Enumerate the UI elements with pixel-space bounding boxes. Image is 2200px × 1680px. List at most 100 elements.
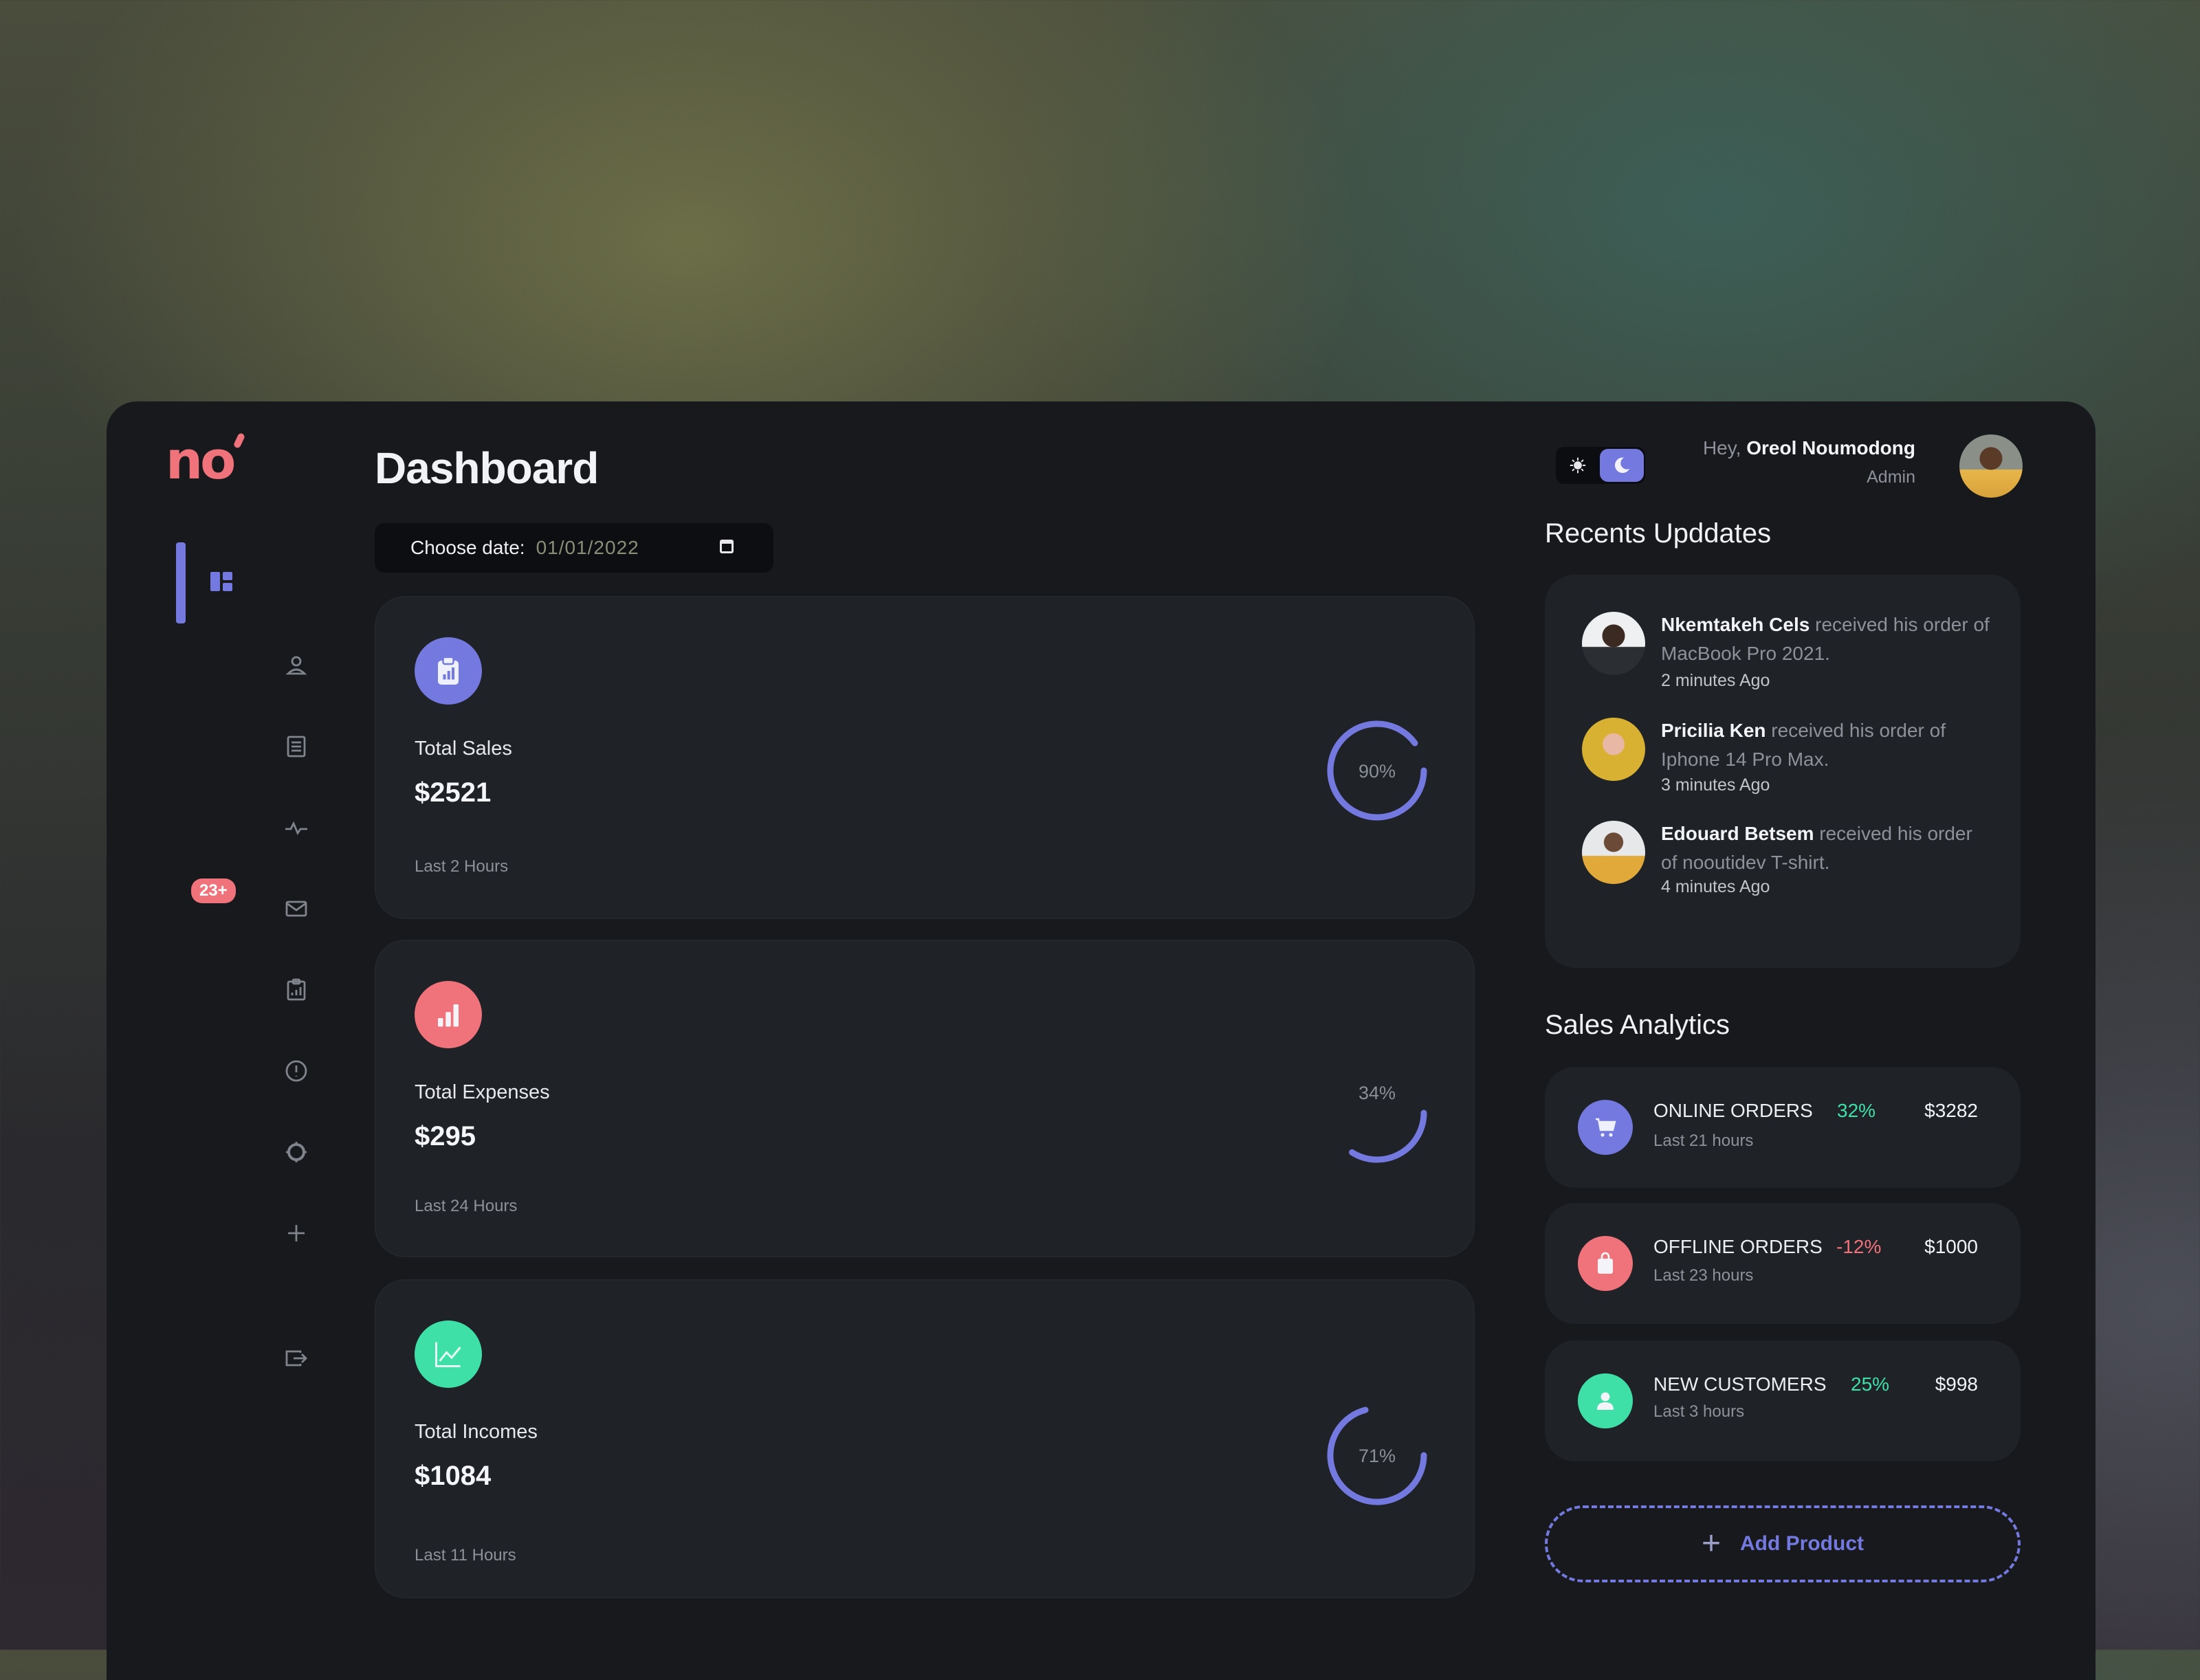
shopping-bag-icon — [1598, 1252, 1613, 1274]
sidebar-item-customers[interactable] — [280, 649, 313, 682]
progress-ring-label: 71% — [1358, 1446, 1396, 1466]
analytics-amount: $3282 — [1924, 1100, 1978, 1121]
logout-icon — [285, 1350, 307, 1367]
analytics-change: 25% — [1851, 1373, 1890, 1395]
analytics-card-online-orders[interactable]: ONLINE ORDERS Last 21 hours 32% $3282 — [1545, 1067, 2021, 1188]
document-list-icon — [287, 736, 306, 758]
sidebar-item-alerts[interactable] — [280, 1054, 313, 1087]
moon-icon — [1614, 457, 1630, 474]
clipboard-chart-icon — [287, 978, 306, 1001]
date-value[interactable]: 01/01/2022 — [536, 537, 639, 559]
analytics-period: Last 21 hours — [1653, 1131, 1754, 1150]
line-chart-icon — [435, 1342, 461, 1367]
user-avatar[interactable] — [1959, 434, 2023, 498]
progress-ring-arc — [1349, 1109, 1427, 1163]
sidebar-item-dashboard[interactable] — [205, 565, 238, 598]
calendar-icon[interactable] — [720, 540, 734, 553]
gear-icon — [286, 1142, 307, 1162]
user-icon — [285, 656, 307, 675]
analytics-period: Last 3 hours — [1653, 1402, 1745, 1421]
analytics-icon-badge — [1578, 1373, 1633, 1428]
progress-ring: 71% — [1327, 1406, 1427, 1505]
progress-ring: 34% — [1349, 1083, 1427, 1163]
stat-card-total-incomes[interactable]: Total Incomes $1084 Last 11 Hours 71% — [375, 1279, 1475, 1598]
stat-icon-badge — [415, 637, 482, 705]
dark-mode-button[interactable] — [1600, 449, 1644, 482]
light-mode-button[interactable] — [1565, 453, 1590, 478]
brand-logo[interactable]: no — [166, 432, 246, 487]
plus-icon: + — [1701, 1525, 1722, 1562]
recent-updates-title: Recents Upddates — [1545, 518, 1772, 549]
user-greeting: Hey, Oreol Noumodong Admin — [1703, 437, 1915, 487]
sidebar-item-add[interactable] — [280, 1217, 313, 1250]
dashboard-icon — [210, 572, 232, 591]
sun-icon — [1570, 457, 1586, 474]
analytics-change: 32% — [1837, 1100, 1876, 1121]
cart-icon — [1596, 1118, 1616, 1137]
add-product-button[interactable]: + Add Product — [1545, 1505, 2021, 1582]
stat-icon-badge — [415, 1320, 482, 1388]
sidebar-item-orders[interactable] — [280, 730, 313, 763]
analytics-icon-badge — [1578, 1236, 1633, 1291]
stat-period: Last 2 Hours — [415, 857, 509, 876]
page-title: Dashboard — [375, 443, 599, 493]
stat-value: $2521 — [415, 777, 492, 808]
analytics-card-offline-orders[interactable]: OFFLINE ORDERS Last 23 hours -12% $1000 — [1545, 1203, 2021, 1324]
analytics-title: ONLINE ORDERS — [1653, 1100, 1813, 1121]
sidebar-item-activity[interactable] — [280, 811, 313, 844]
stat-label: Total Expenses — [415, 1081, 550, 1103]
stat-icon-badge — [415, 981, 482, 1048]
clipboard-chart-icon — [438, 656, 459, 685]
analytics-change: -12% — [1836, 1236, 1882, 1257]
stat-label: Total Sales — [415, 738, 512, 760]
update-name: Nkemtakeh Cels — [1661, 614, 1810, 635]
update-avatar — [1582, 821, 1645, 884]
update-time: 3 minutes Ago — [1661, 775, 1770, 795]
date-label: Choose date: — [410, 537, 525, 558]
progress-ring-label: 34% — [1358, 1083, 1396, 1103]
analytics-card-new-customers[interactable]: NEW CUSTOMERS Last 3 hours 25% $998 — [1545, 1340, 2021, 1461]
analytics-amount: $998 — [1935, 1373, 1978, 1395]
stat-value: $295 — [415, 1121, 476, 1151]
progress-ring-label: 90% — [1358, 761, 1396, 782]
sidebar-item-messages[interactable] — [280, 892, 313, 925]
stat-card-total-sales[interactable]: Total Sales $2521 Last 2 Hours 90% — [375, 596, 1475, 919]
stat-card-total-expenses[interactable]: Total Expenses $295 Last 24 Hours 34% — [375, 940, 1475, 1257]
recent-updates-panel: Nkemtakeh Cels received his order of Mac… — [1545, 575, 2021, 968]
messages-badge: 23+ — [191, 878, 236, 903]
user-icon — [1597, 1392, 1614, 1410]
analytics-title: OFFLINE ORDERS — [1653, 1236, 1823, 1257]
update-name: Edouard Betsem — [1661, 823, 1814, 844]
greeting-prefix: Hey, — [1702, 437, 1741, 458]
sidebar-item-reports[interactable] — [280, 973, 313, 1006]
user-role: Admin — [1867, 467, 1915, 487]
add-product-label: Add Product — [1740, 1532, 1864, 1555]
dashboard-window: no 23+ Dashboard Choose date: 01/01/2022 — [107, 401, 2096, 1680]
analytics-amount: $1000 — [1924, 1236, 1978, 1257]
sales-analytics-title: Sales Analytics — [1545, 1010, 1730, 1040]
bar-chart-icon — [438, 1004, 459, 1027]
update-name: Pricilia Ken — [1661, 720, 1766, 741]
update-time: 4 minutes Ago — [1661, 877, 1770, 896]
alert-circle-icon — [285, 1060, 307, 1082]
active-nav-indicator — [176, 542, 186, 623]
pulse-icon — [285, 821, 307, 835]
analytics-title: NEW CUSTOMERS — [1653, 1373, 1827, 1395]
analytics-period: Last 23 hours — [1653, 1266, 1754, 1285]
theme-toggle[interactable] — [1556, 447, 1645, 484]
update-time: 2 minutes Ago — [1661, 671, 1770, 690]
mail-icon — [285, 900, 307, 917]
stat-period: Last 11 Hours — [415, 1546, 516, 1565]
plus-icon — [288, 1225, 305, 1241]
analytics-icon-badge — [1578, 1100, 1633, 1155]
sidebar-item-settings[interactable] — [280, 1136, 313, 1169]
date-picker[interactable]: Choose date: 01/01/2022 — [375, 523, 773, 573]
stat-value: $1084 — [415, 1461, 492, 1491]
progress-ring: 90% — [1327, 720, 1427, 821]
update-avatar — [1582, 612, 1645, 675]
logout-button[interactable] — [280, 1342, 313, 1375]
stat-period: Last 24 Hours — [415, 1197, 518, 1215]
update-avatar — [1582, 718, 1645, 781]
logo-accent-mark — [233, 432, 246, 450]
stat-label: Total Incomes — [415, 1421, 538, 1443]
